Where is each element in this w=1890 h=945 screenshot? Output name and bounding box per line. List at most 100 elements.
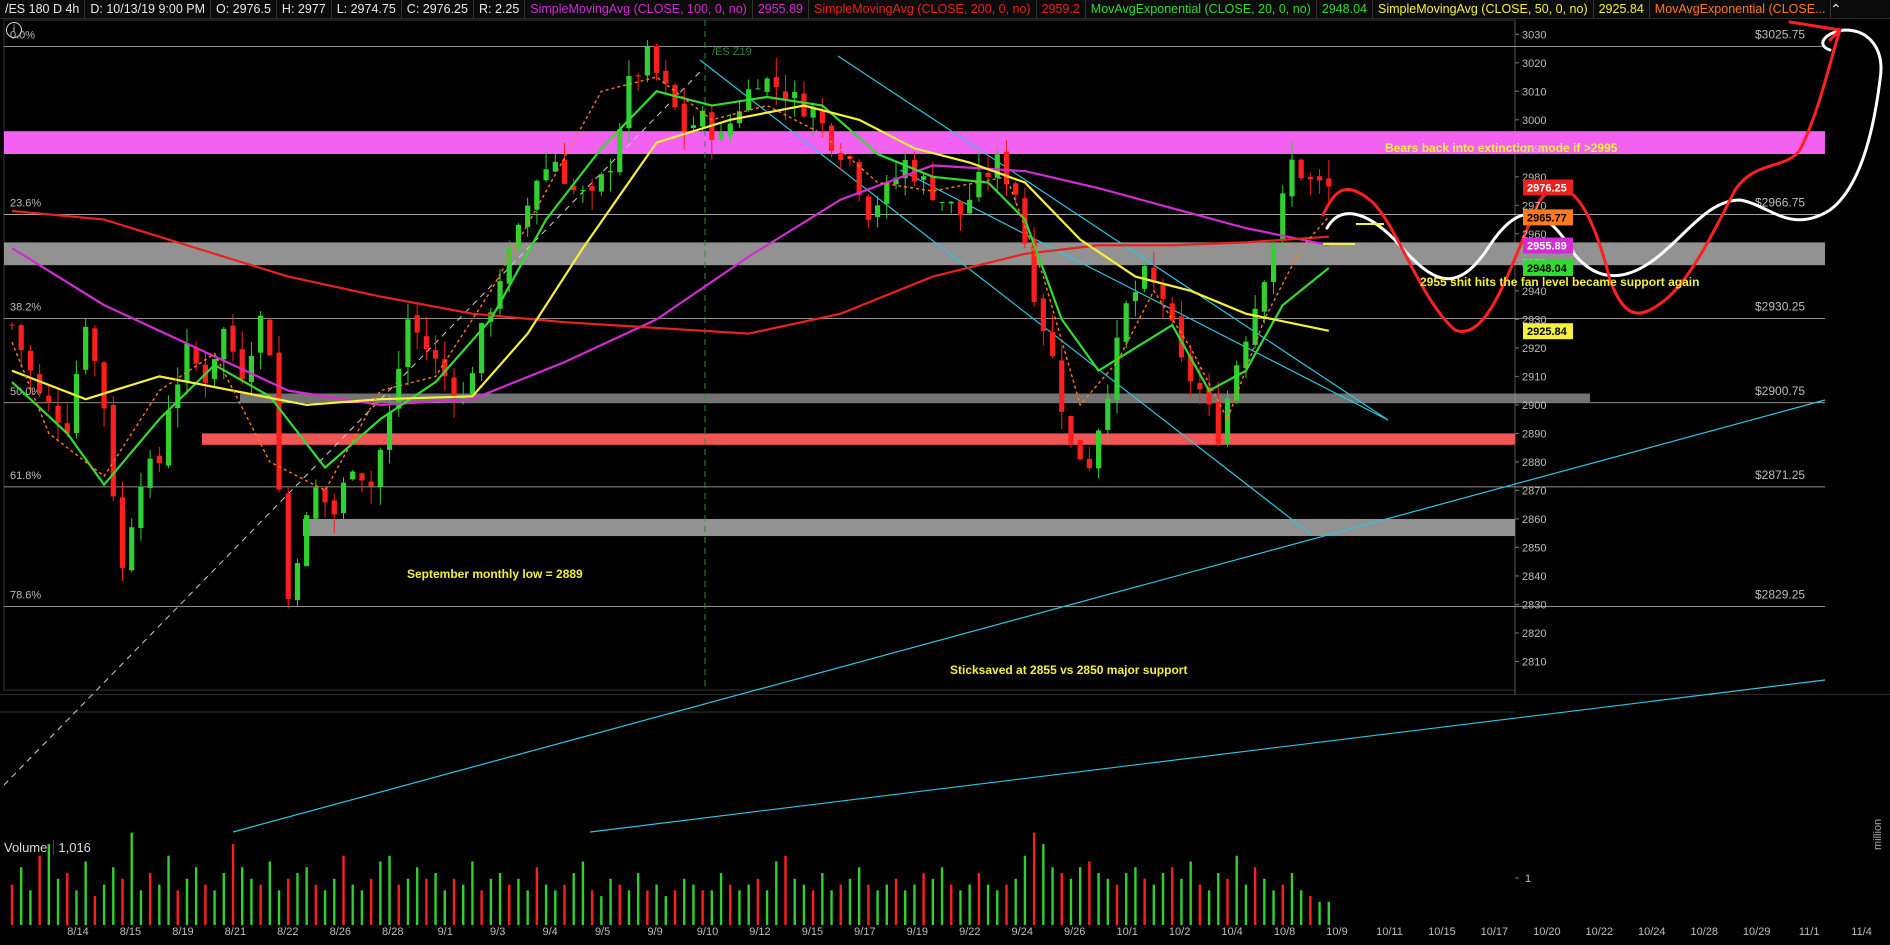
- fib-label: 0.0%: [10, 29, 35, 41]
- x-tick-label: 9/24: [1012, 926, 1033, 938]
- candle-body: [276, 352, 282, 490]
- volume-bar: [701, 890, 704, 925]
- volume-bar: [102, 884, 106, 925]
- candle-body: [690, 125, 697, 129]
- x-tick-label: 10/2: [1169, 926, 1190, 938]
- volume-bar: [452, 878, 456, 925]
- candle-body: [957, 201, 964, 216]
- volume-bar: [1281, 884, 1284, 925]
- candle-body: [156, 455, 162, 464]
- x-tick-label: 8/14: [67, 926, 88, 938]
- candle-body: [838, 152, 844, 160]
- volume-bar: [434, 873, 437, 925]
- volume-bar: [148, 873, 152, 925]
- price-chart[interactable]: 0.0% $3025.7523.6% $2966.7538.2% $2930.2550…: [0, 0, 1890, 945]
- volume-bar: [369, 878, 373, 925]
- candle-body: [368, 481, 374, 487]
- candle-body: [304, 515, 310, 567]
- volume-bar: [360, 890, 364, 925]
- cyan-trendline-upper: [899, 169, 1389, 421]
- volume-bar: [388, 855, 391, 925]
- fib-level-label: $2871.25: [1755, 468, 1805, 482]
- candle-body: [561, 159, 568, 184]
- fib-level-label: $2829.25: [1755, 588, 1805, 602]
- volume-axis-tick-label: 1: [1525, 873, 1531, 885]
- candle-body: [1049, 331, 1056, 357]
- volume-bar: [646, 890, 649, 925]
- candle-body: [37, 374, 43, 393]
- volume-bar: [1032, 832, 1036, 925]
- candle-body: [165, 410, 172, 466]
- x-tick-label: 9/10: [697, 926, 718, 938]
- volume-bar: [1263, 878, 1266, 925]
- candle-body: [350, 471, 356, 480]
- candle-body: [644, 46, 650, 76]
- candle-body: [211, 358, 218, 379]
- volume-bar: [121, 878, 124, 925]
- candle-body: [617, 129, 623, 173]
- volume-bar: [756, 878, 760, 925]
- candle-body: [718, 132, 724, 140]
- candle-body: [414, 315, 420, 333]
- volume-bar: [572, 873, 575, 925]
- volume-bar: [204, 884, 207, 925]
- candle-body: [828, 125, 835, 151]
- volume-bar: [167, 855, 170, 925]
- fib-label: 23.6%: [10, 198, 41, 210]
- fib-level-label: $2930.25: [1755, 300, 1805, 314]
- volume-bar: [93, 896, 97, 925]
- volume-unit-label: million: [1872, 818, 1884, 850]
- price-badge-text: 2948.04: [1527, 263, 1568, 275]
- x-tick-label: 10/22: [1586, 926, 1614, 938]
- volume-bar: [1207, 890, 1211, 925]
- candle-body: [1160, 284, 1166, 300]
- volume-bar: [397, 884, 400, 925]
- volume-bar: [600, 896, 603, 925]
- candle-body: [967, 199, 973, 214]
- volume-bar: [1125, 873, 1128, 925]
- candle-body: [175, 384, 181, 408]
- volume-bar: [793, 878, 796, 925]
- volume-bar: [305, 867, 308, 925]
- volume-bar: [379, 861, 382, 925]
- candle-body: [607, 170, 614, 173]
- volume-bar: [977, 873, 981, 925]
- y-tick-label: 2810: [1522, 656, 1546, 668]
- x-tick-label: 8/15: [120, 926, 141, 938]
- volume-bar: [351, 884, 354, 925]
- candle-body: [727, 123, 733, 136]
- volume-bar: [1189, 861, 1192, 925]
- volume-bar: [75, 890, 78, 925]
- candle-body: [985, 172, 991, 178]
- y-tick-label: 2990: [1522, 143, 1546, 155]
- volume-bar: [830, 890, 833, 925]
- volume-bar: [20, 867, 23, 925]
- volume-bar: [821, 873, 824, 925]
- candle-body: [1132, 292, 1139, 302]
- x-tick-label: 8/19: [172, 926, 193, 938]
- x-tick-label: 9/3: [490, 926, 505, 938]
- volume-bar: [158, 884, 161, 925]
- candle-body: [451, 377, 457, 399]
- volume-bar: [213, 890, 216, 925]
- candle-body: [1243, 341, 1249, 369]
- fib-level-label: $3025.75: [1755, 27, 1805, 41]
- annotation-extinction: Bears back into extinction mode if >2995: [1385, 141, 1618, 155]
- y-tick-label: 3020: [1522, 58, 1546, 70]
- volume-bar: [241, 867, 244, 925]
- volume-bar: [986, 884, 990, 925]
- volume-bar: [277, 890, 281, 925]
- candle-body: [1142, 265, 1148, 289]
- volume-bar: [590, 890, 594, 925]
- candle-body: [405, 319, 411, 368]
- candle-body: [377, 449, 383, 487]
- volume-bar: [996, 890, 999, 925]
- candle-body: [294, 563, 301, 601]
- fib-label: 78.6%: [10, 590, 41, 602]
- volume-bar: [876, 890, 879, 925]
- candle-body: [755, 88, 761, 90]
- x-tick-label: 9/22: [959, 926, 980, 938]
- candle-body: [55, 405, 61, 423]
- candle-body: [1270, 243, 1277, 283]
- volume-bar: [544, 884, 548, 925]
